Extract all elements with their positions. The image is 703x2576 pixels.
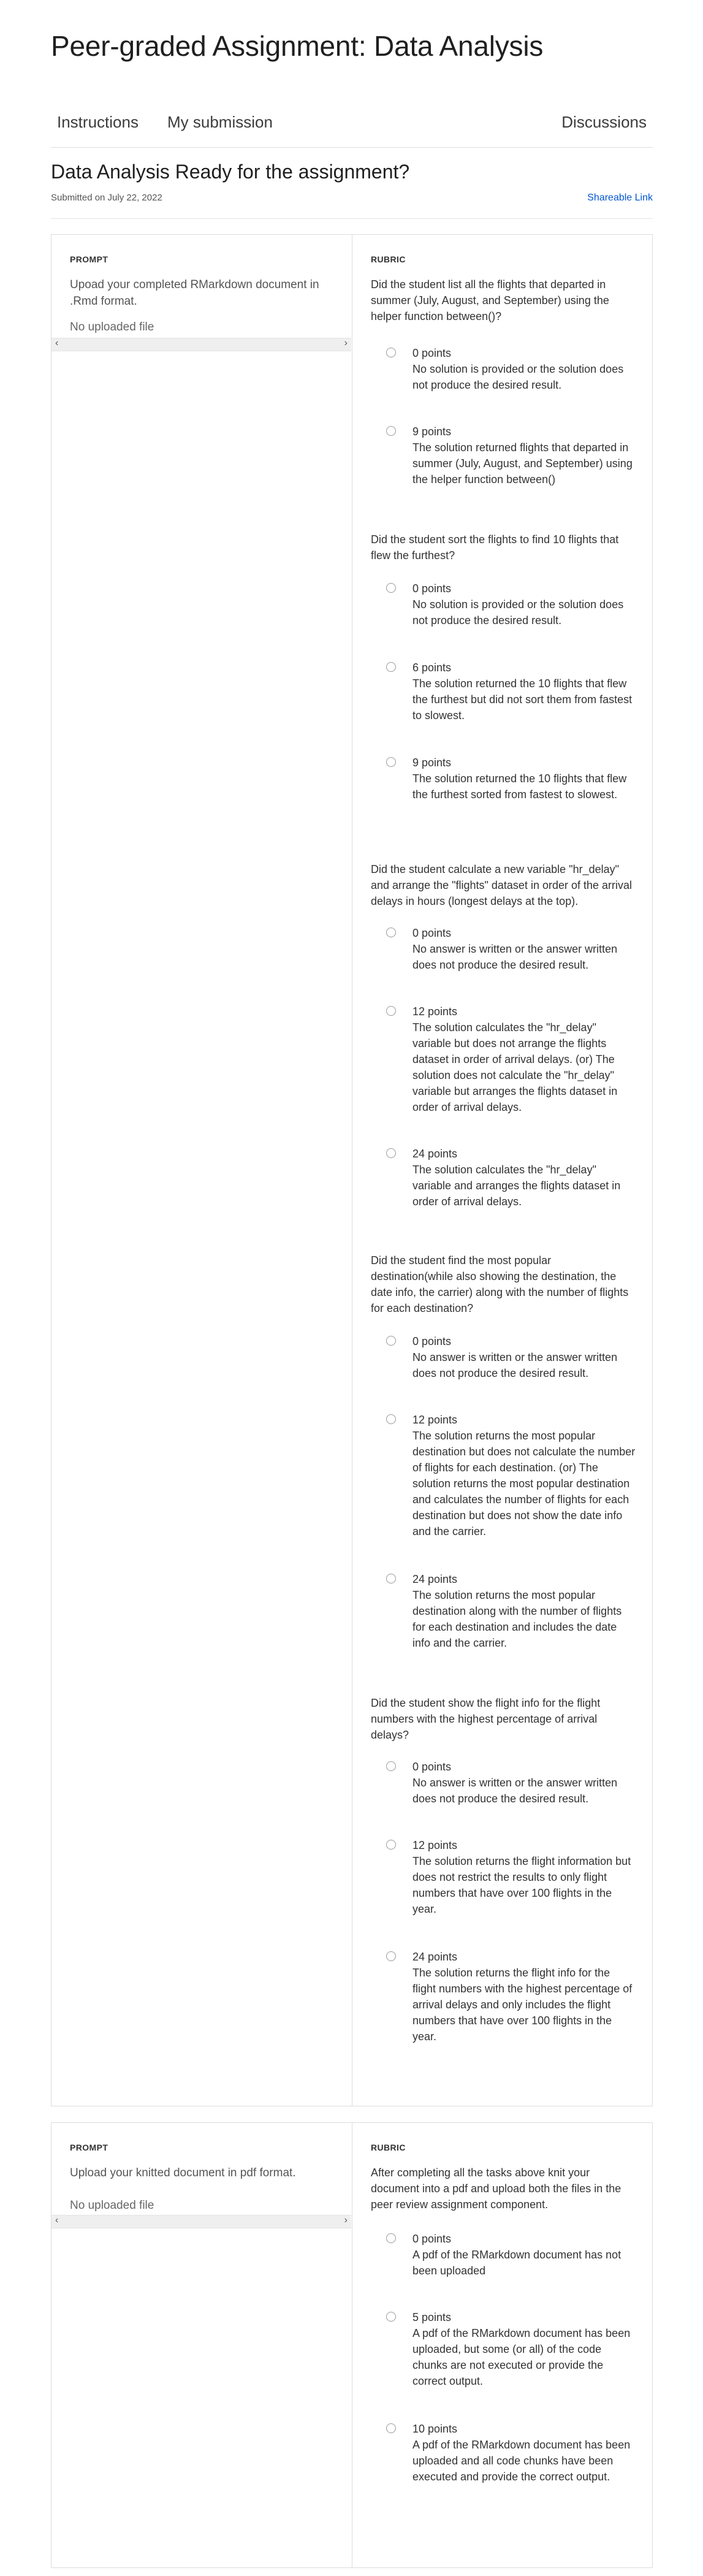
option-description: The solution calculates the "hr_delay" v… — [412, 1164, 621, 1208]
tab-bar: Instructions My submission Discussions — [51, 103, 653, 148]
rubric-card-2: PROMPT Upload your knitted document in p… — [51, 2122, 653, 2568]
option-description: No answer is written or the answer writt… — [412, 1351, 618, 1379]
radio-button[interactable] — [386, 1006, 396, 1016]
rubric-question: Did the student calculate a new variable… — [371, 863, 633, 907]
option-points: 9 points — [412, 425, 452, 438]
prompt-label: PROMPT — [70, 254, 108, 264]
option-points: 0 points — [412, 1761, 452, 1773]
scroll-right-icon[interactable]: › — [344, 2215, 348, 2226]
page-title: Peer-graded Assignment: Data Analysis — [51, 30, 544, 62]
option-points: 0 points — [412, 2233, 452, 2245]
option-description: A pdf of the RMarkdown document has been… — [412, 2327, 631, 2387]
scroll-right-icon[interactable]: › — [344, 338, 348, 349]
radio-button[interactable] — [386, 1951, 396, 1961]
rubric-question: Did the student find the most popular de… — [371, 1254, 629, 1314]
rubric-column: RUBRIC Did the student list all the flig… — [352, 235, 652, 2106]
option-description: No solution is provided or the solution … — [412, 598, 624, 627]
radio-button[interactable] — [386, 1148, 396, 1158]
radio-button[interactable] — [386, 2233, 396, 2243]
tab-my-submission[interactable]: My submission — [167, 113, 273, 132]
option-description: The solution returns the flight info for… — [412, 1967, 633, 2043]
radio-button[interactable] — [386, 662, 396, 672]
radio-button[interactable] — [386, 928, 396, 937]
radio-button[interactable] — [386, 348, 396, 357]
tab-discussions[interactable]: Discussions — [561, 113, 647, 132]
option-description: No answer is written or the answer writt… — [412, 1777, 618, 1805]
radio-button[interactable] — [386, 757, 396, 767]
rubric-question: After completing all the tasks above kni… — [371, 2166, 621, 2211]
option-points: 24 points — [412, 1573, 458, 1585]
option-points: 12 points — [412, 1839, 458, 1851]
option-description: A pdf of the RMarkdown document has been… — [412, 2439, 631, 2483]
prompt-column: PROMPT Upoad your completed RMarkdown do… — [51, 235, 352, 2106]
radio-button[interactable] — [386, 583, 396, 593]
option-description: The solution returned flights that depar… — [412, 441, 633, 486]
rubric-label: RUBRIC — [371, 254, 406, 264]
horizontal-scrollbar[interactable]: ‹ › — [51, 338, 351, 351]
radio-button[interactable] — [386, 426, 396, 436]
submission-title: Data Analysis Ready for the assignment? — [51, 161, 410, 183]
option-points: 9 points — [412, 756, 452, 769]
option-points: 12 points — [412, 1005, 458, 1018]
option-description: The solution calculates the "hr_delay" v… — [412, 1021, 618, 1113]
no-uploaded-file: No uploaded file — [70, 321, 154, 333]
shareable-link[interactable]: Shareable Link — [587, 192, 653, 204]
option-points: 0 points — [412, 582, 452, 595]
header-divider — [51, 218, 653, 219]
no-uploaded-file: No uploaded file — [70, 2199, 154, 2212]
radio-button[interactable] — [386, 2423, 396, 2433]
option-description: The solution returns the flight informat… — [412, 1855, 631, 1915]
prompt-text: Upload your knitted document in pdf form… — [70, 2166, 296, 2179]
scroll-left-icon[interactable]: ‹ — [55, 338, 58, 349]
option-description: A pdf of the RMarkdown document has not … — [412, 2249, 621, 2277]
option-points: 24 points — [412, 1148, 458, 1160]
option-points: 12 points — [412, 1414, 458, 1426]
option-points: 0 points — [412, 927, 452, 939]
radio-button[interactable] — [386, 1761, 396, 1771]
horizontal-scrollbar[interactable]: ‹ › — [51, 2215, 351, 2228]
option-description: The solution returned the 10 flights tha… — [412, 772, 627, 801]
option-points: 0 points — [412, 1335, 452, 1347]
option-points: 6 points — [412, 661, 452, 674]
option-description: The solution returns the most popular de… — [412, 1430, 636, 1538]
radio-button[interactable] — [386, 1336, 396, 1346]
page: Peer-graded Assignment: Data Analysis In… — [0, 0, 703, 2576]
submitted-date: Submitted on July 22, 2022 — [51, 192, 162, 203]
rubric-label: RUBRIC — [371, 2143, 406, 2152]
radio-button[interactable] — [386, 1414, 396, 1424]
rubric-question: Did the student list all the flights tha… — [371, 278, 609, 322]
radio-button[interactable] — [386, 2312, 396, 2322]
option-description: No solution is provided or the solution … — [412, 363, 624, 391]
rubric-question: Did the student sort the flights to find… — [371, 533, 619, 562]
option-description: The solution returned the 10 flights tha… — [412, 677, 633, 722]
prompt-column: PROMPT Upload your knitted document in p… — [51, 2123, 352, 2567]
radio-button[interactable] — [386, 1840, 396, 1850]
option-points: 10 points — [412, 2423, 458, 2435]
radio-button[interactable] — [386, 1574, 396, 1583]
option-points: 5 points — [412, 2311, 452, 2323]
rubric-card-1: PROMPT Upoad your completed RMarkdown do… — [51, 234, 653, 2106]
prompt-text: Upoad your completed RMarkdown document … — [70, 278, 319, 308]
scroll-left-icon[interactable]: ‹ — [55, 2215, 58, 2226]
option-points: 24 points — [412, 1951, 458, 1963]
option-points: 0 points — [412, 347, 452, 359]
rubric-question: Did the student show the flight info for… — [371, 1697, 601, 1741]
option-description: No answer is written or the answer writt… — [412, 943, 618, 971]
prompt-label: PROMPT — [70, 2143, 108, 2152]
option-description: The solution returns the most popular de… — [412, 1589, 622, 1649]
rubric-column: RUBRIC After completing all the tasks ab… — [352, 2123, 652, 2567]
tab-instructions[interactable]: Instructions — [57, 113, 139, 132]
